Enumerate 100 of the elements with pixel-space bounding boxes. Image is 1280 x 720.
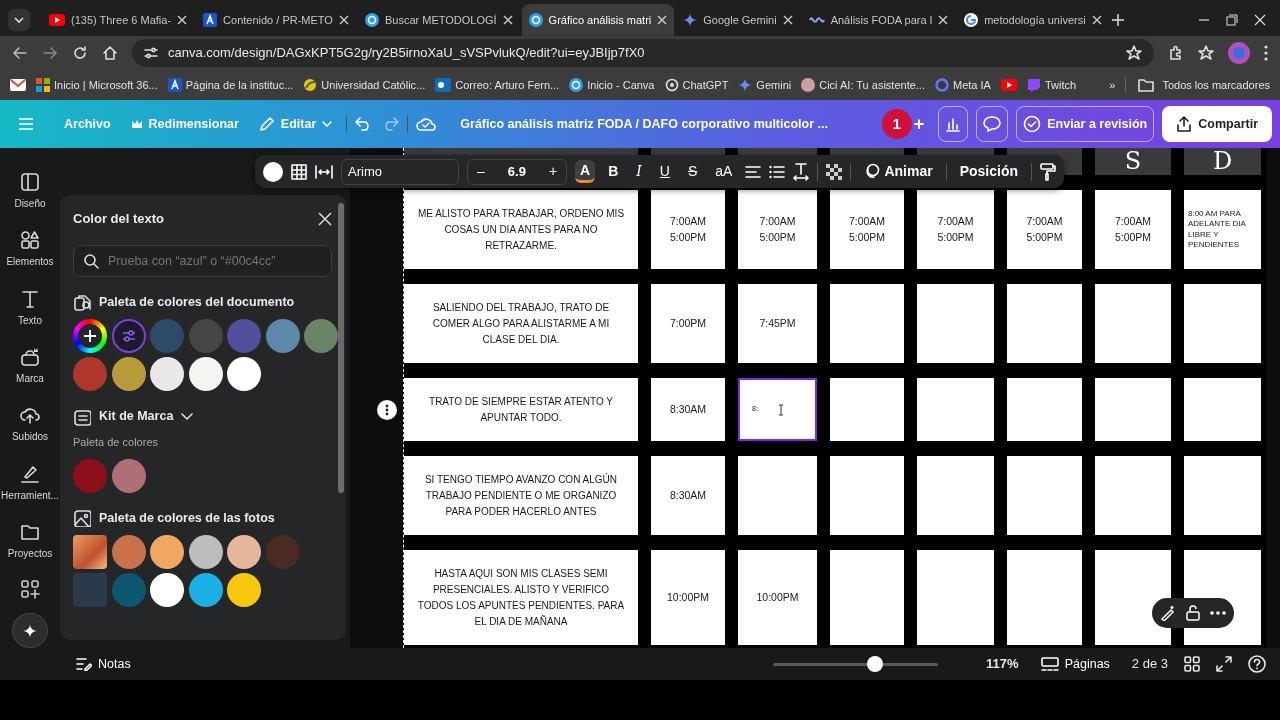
color-swatch[interactable]: [265, 319, 300, 354]
photo-placeholder[interactable]: [73, 535, 107, 570]
color-swatch[interactable]: [304, 319, 338, 354]
restore-icon[interactable]: [1226, 14, 1238, 26]
send-for-review-button[interactable]: Enviar a revisión: [1016, 106, 1155, 142]
browser-tab[interactable]: Gráfico análisis matri: [521, 4, 675, 36]
bookmark[interactable]: Meta IA: [935, 76, 991, 94]
italic-button[interactable]: I: [631, 161, 647, 182]
animate-button[interactable]: Animar: [859, 161, 938, 182]
color-swatch[interactable]: [150, 357, 184, 392]
zoom-percent[interactable]: 117%: [986, 654, 1019, 674]
home-icon[interactable]: [102, 45, 118, 61]
bookmark[interactable]: Universidad Católic...: [303, 76, 426, 94]
color-swatch[interactable]: [227, 319, 261, 354]
close-icon[interactable]: [318, 211, 332, 226]
color-swatch[interactable]: [111, 573, 146, 608]
sidebar-item[interactable]: Subidos: [11, 395, 49, 455]
pages-button[interactable]: Páginas: [1034, 648, 1116, 680]
color-swatch[interactable]: [188, 535, 223, 570]
more-icon[interactable]: [1210, 611, 1226, 615]
color-swatch[interactable]: [73, 357, 107, 392]
sidebar-item[interactable]: Proyectos: [7, 512, 53, 571]
text-color-button[interactable]: A: [575, 159, 596, 184]
list-icon[interactable]: [769, 164, 786, 179]
caret-icon[interactable]: [181, 412, 194, 421]
share-button[interactable]: Compartir: [1162, 106, 1272, 142]
bookmark-star-icon[interactable]: [1198, 45, 1214, 61]
letter-case-button[interactable]: aA: [710, 161, 738, 182]
menu-icon[interactable]: [1264, 45, 1268, 61]
magic-pen-icon[interactable]: [1160, 605, 1176, 621]
close-icon[interactable]: [1091, 15, 1102, 25]
more-bookmarks[interactable]: »: [1109, 76, 1116, 94]
forward-icon[interactable]: [42, 45, 58, 61]
underline-button[interactable]: U: [654, 161, 675, 182]
add-color-button[interactable]: [73, 319, 107, 354]
address-bar[interactable]: canva.com/design/DAGxKPT5G2g/ry2B5irnoXaU_sVSPvlukQ/edit?ui=eyJBIjp7fX0: [132, 39, 1154, 67]
browser-tab[interactable]: (135) Three 6 Mafia-: [42, 4, 195, 36]
bold-button[interactable]: B: [603, 161, 624, 182]
browser-tab[interactable]: Google Gemini: [676, 4, 800, 36]
back-icon[interactable]: [12, 45, 28, 61]
more-options-button[interactable]: [377, 400, 397, 420]
fullscreen-icon[interactable]: [1216, 656, 1232, 672]
browser-tab[interactable]: metodología universi: [957, 4, 1109, 36]
cloud-check-icon[interactable]: [416, 116, 437, 132]
envelope-icon[interactable]: [10, 79, 26, 91]
table-grid-icon[interactable]: [291, 163, 307, 180]
help-icon[interactable]: [1248, 655, 1266, 673]
color-swatch[interactable]: [227, 573, 261, 608]
color-swatch[interactable]: [188, 319, 223, 354]
plus-icon[interactable]: [1110, 13, 1125, 27]
extensions-icon[interactable]: [1168, 45, 1184, 61]
search-field[interactable]: Prueba con “azul” o “#00c4cc”: [73, 244, 332, 277]
bookmark[interactable]: Gemini: [738, 76, 792, 94]
browser-tab[interactable]: Contenido / PR-METO: [196, 4, 356, 36]
color-swatch[interactable]: [188, 573, 223, 608]
bookmark[interactable]: Página de la instituc...: [167, 76, 294, 94]
close-icon[interactable]: [338, 15, 349, 25]
comment-button[interactable]: [976, 106, 1009, 142]
text-color-swatch[interactable]: [263, 161, 283, 182]
sidebar-item[interactable]: Marca: [16, 337, 44, 396]
bookmark[interactable]: Twitch: [1026, 76, 1077, 94]
strikethrough-button[interactable]: S: [682, 161, 703, 182]
align-left-icon[interactable]: [745, 164, 762, 179]
font-size-control[interactable]: – 6.9 +: [467, 158, 568, 185]
play-icon[interactable]: [1000, 79, 1017, 91]
decrease-size-button[interactable]: –: [472, 161, 490, 182]
browser-tab[interactable]: Buscar METODOLOGÍ: [357, 4, 520, 36]
color-swatch[interactable]: [73, 458, 107, 493]
bookmark[interactable]: Inicio - Canva: [569, 76, 655, 94]
bookmark[interactable]: Inicio | Microsoft 36...: [36, 76, 158, 94]
close-icon[interactable]: [938, 15, 949, 25]
close-icon[interactable]: [177, 15, 188, 25]
sidebar-item[interactable]: Herramient...: [1, 454, 59, 513]
position-button[interactable]: Posición: [954, 161, 1024, 182]
color-swatch[interactable]: [150, 535, 184, 570]
color-swatch[interactable]: [265, 535, 300, 570]
bookmarks-folder[interactable]: Todos los marcadores: [1125, 76, 1270, 94]
color-swatch[interactable]: [111, 458, 146, 493]
custom-color-button[interactable]: [111, 319, 146, 354]
slider-thumb[interactable]: [867, 656, 884, 672]
color-swatch[interactable]: [227, 357, 261, 392]
sidebar-item[interactable]: Diseño: [14, 162, 46, 221]
close-icon[interactable]: [1254, 14, 1266, 26]
apps-icon[interactable]: [20, 578, 40, 599]
color-swatch[interactable]: [227, 535, 261, 570]
collaborator-avatar[interactable]: 1: [881, 109, 912, 139]
font-selector[interactable]: Arimo: [341, 158, 459, 185]
grid-view-icon[interactable]: [1184, 656, 1200, 672]
profile-avatar-icon[interactable]: [1228, 42, 1250, 64]
close-icon[interactable]: [782, 15, 793, 25]
text-spacing-icon[interactable]: [793, 162, 810, 181]
bookmark[interactable]: Correo: Arturo Fern...: [435, 76, 560, 94]
insights-button[interactable]: [938, 106, 969, 142]
bookmark[interactable]: Cici AI: Tu asistente...: [801, 76, 925, 94]
browser-tab[interactable]: Análisis FODA para l: [801, 4, 956, 36]
color-swatch[interactable]: [188, 357, 223, 392]
sidebar-item[interactable]: Texto: [18, 278, 42, 338]
dropdown-icon[interactable]: [8, 9, 30, 31]
document-title[interactable]: Gráfico análisis matriz FODA / DAFO corporativo multicolor ...: [460, 114, 828, 134]
magic-button[interactable]: [12, 612, 48, 649]
